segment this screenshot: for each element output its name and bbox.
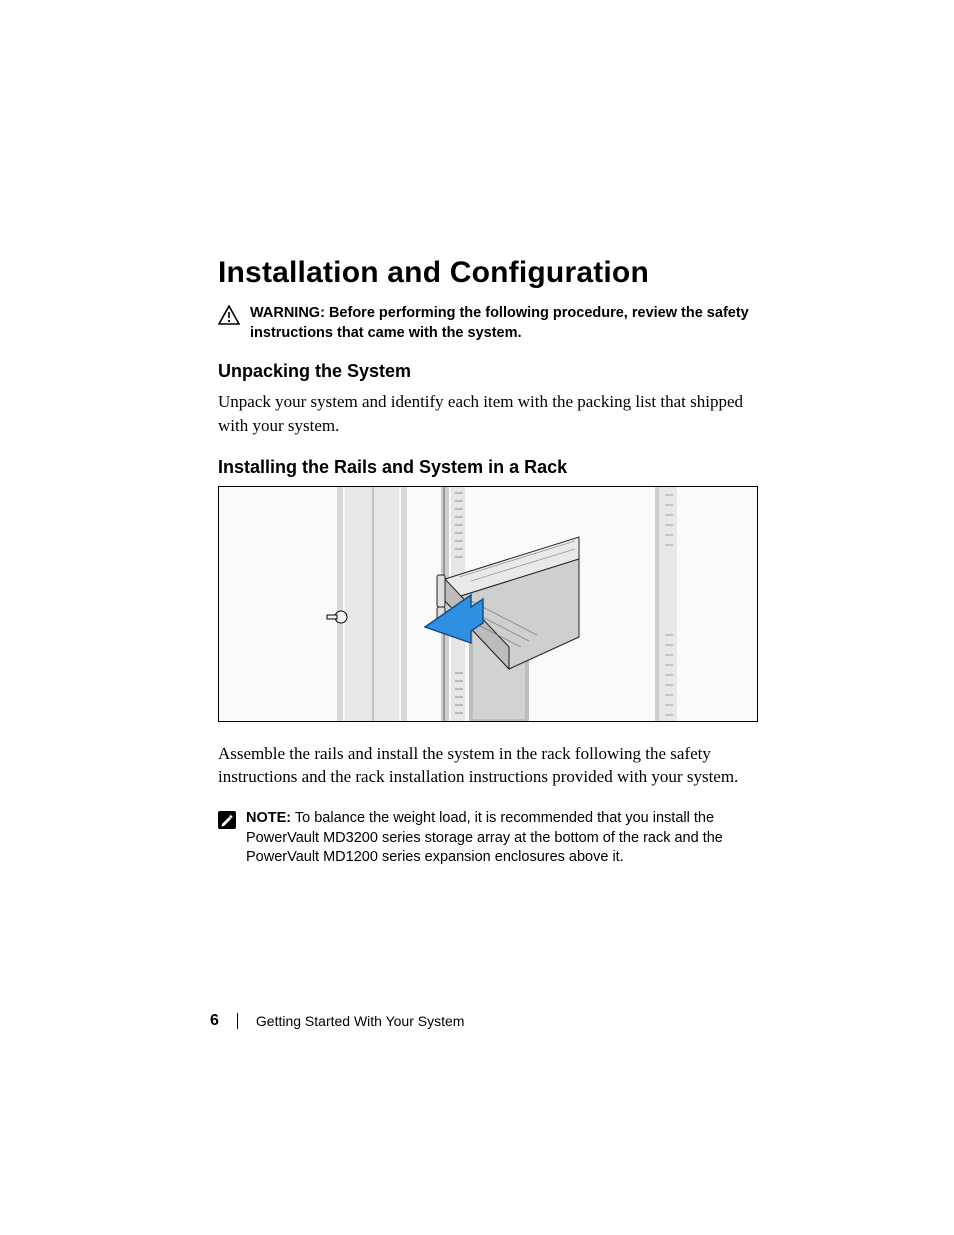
footer-separator — [237, 1013, 238, 1029]
document-page: Installation and Configuration WARNING: … — [0, 0, 954, 1235]
heading-main: Installation and Configuration — [218, 256, 758, 290]
content-area: Installation and Configuration WARNING: … — [218, 256, 758, 886]
warning-label: WARNING: — [250, 305, 325, 321]
note-body: To balance the weight load, it is recomm… — [246, 810, 723, 865]
warning-body: Before performing the following procedur… — [250, 305, 749, 341]
note-text: NOTE: To balance the weight load, it is … — [246, 809, 758, 868]
rack-installation-figure — [218, 486, 758, 722]
page-number: 6 — [210, 1012, 219, 1030]
warning-text: WARNING: Before performing the following… — [250, 304, 758, 343]
paragraph-unpacking: Unpack your system and identify each ite… — [218, 390, 758, 437]
note-label: NOTE: — [246, 810, 291, 826]
paragraph-assemble-rails: Assemble the rails and install the syste… — [218, 742, 758, 789]
footer-title: Getting Started With Your System — [256, 1013, 465, 1029]
warning-block: WARNING: Before performing the following… — [218, 304, 758, 343]
note-pencil-icon — [218, 811, 236, 834]
warning-triangle-icon — [218, 305, 240, 330]
heading-installing-rails: Installing the Rails and System in a Rac… — [218, 457, 758, 478]
heading-unpacking: Unpacking the System — [218, 361, 758, 382]
page-footer: 6 Getting Started With Your System — [210, 1012, 464, 1030]
note-block: NOTE: To balance the weight load, it is … — [218, 809, 758, 868]
